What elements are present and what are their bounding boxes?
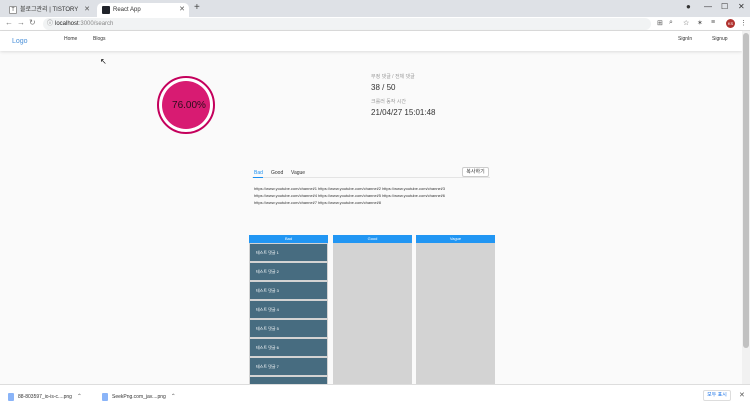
comment-card[interactable]: 테스트 댓글 2	[250, 263, 327, 280]
menu-icon[interactable]: ⋮	[740, 19, 747, 27]
translate-icon[interactable]: ⊞	[657, 19, 663, 27]
result-tabs: Bad Good Vague	[252, 167, 490, 178]
bookmark-star-icon[interactable]: ☆	[683, 19, 689, 27]
comment-card-partial[interactable]	[250, 377, 327, 384]
extension-icon[interactable]: ✶	[697, 19, 703, 27]
vague-column-body[interactable]	[416, 243, 495, 384]
tab-good[interactable]: Good	[271, 170, 283, 176]
chevron-up-icon[interactable]: ⌃	[171, 391, 176, 403]
profile-avatar[interactable]: KS	[726, 19, 735, 28]
gauge-percent: 76.00%	[172, 100, 206, 111]
back-icon[interactable]: ←	[5, 18, 13, 27]
record-icon[interactable]: ●	[686, 2, 691, 11]
browser-tab-react-app[interactable]: React App ✕	[97, 3, 189, 17]
browser-toolbar: ← → ↻ ⓘ localhost:3000/search ⊞ ⌕ ☆ ✶ ≡ …	[0, 17, 750, 31]
chevron-up-icon[interactable]: ⌃	[77, 391, 82, 403]
page-content: Logo Home Blogs SignIn Signup 76.00% 부정 …	[0, 31, 742, 384]
tab-title: 블로그관리 | TISTORY	[20, 7, 79, 13]
crawl-time-label: 크롤러 동작 시간	[371, 99, 406, 105]
reload-icon[interactable]: ↻	[29, 18, 36, 27]
nav-blogs-link[interactable]: Blogs	[93, 36, 106, 42]
forward-icon[interactable]: →	[17, 18, 25, 27]
comment-card[interactable]: 테스트 댓글 3	[250, 282, 327, 299]
negative-ratio-gauge: 76.00%	[157, 76, 215, 134]
ratio-value: 38 / 50	[371, 83, 396, 92]
ratio-label: 부정 댓글 / 전체 댓글	[371, 74, 415, 80]
crawl-time-value: 21/04/27 15:01:48	[371, 108, 436, 117]
url-path: :3000/search	[78, 21, 114, 27]
tab-vague[interactable]: Vague	[291, 170, 305, 176]
bad-column: Bad 테스트 댓글 1 테스트 댓글 2 테스트 댓글 3 테스트 댓글 4 …	[249, 235, 328, 384]
show-all-downloads-button[interactable]: 모두 표시	[703, 390, 731, 401]
signup-link[interactable]: Signup	[712, 36, 728, 42]
url-host: localhost	[55, 21, 79, 27]
media-icon[interactable]: ≡	[711, 19, 715, 26]
copy-button[interactable]: 복사하기	[462, 167, 489, 177]
comment-card[interactable]: 테스트 댓글 1	[250, 244, 327, 261]
download-item[interactable]: SeekPng.com_jav....png ⌃	[102, 391, 176, 403]
scrollbar-thumb[interactable]	[743, 33, 749, 348]
close-tab-icon[interactable]: ✕	[179, 3, 185, 17]
column-header-vague: Vague	[416, 235, 495, 243]
comment-card[interactable]: 테스트 댓글 7	[250, 358, 327, 375]
download-filename: SeekPng.com_jav....png	[112, 394, 166, 400]
minimize-icon[interactable]: —	[704, 2, 712, 11]
new-tab-icon[interactable]: +	[194, 2, 200, 13]
tab-bad[interactable]: Bad	[254, 170, 263, 176]
window-close-icon[interactable]: ✕	[738, 2, 745, 11]
channel-url-list: https://www.youtube.com/channel/1 https:…	[254, 185, 494, 206]
file-icon	[102, 393, 108, 401]
close-tab-icon[interactable]: ✕	[84, 3, 90, 17]
comment-card[interactable]: 테스트 댓글 6	[250, 339, 327, 356]
comment-card[interactable]: 테스트 댓글 5	[250, 320, 327, 337]
good-column: Good	[333, 235, 412, 384]
react-favicon-icon	[102, 6, 110, 14]
url-line[interactable]: https://www.youtube.com/channel/7 https:…	[254, 199, 494, 206]
browser-tab-strip: T 블로그관리 | TISTORY ✕ React App ✕ + ● — ☐ …	[0, 0, 750, 17]
url-line[interactable]: https://www.youtube.com/channel/1 https:…	[254, 185, 494, 192]
downloads-bar: 88-803597_io-is-c....png ⌃ SeekPng.com_j…	[0, 384, 750, 407]
download-item[interactable]: 88-803597_io-is-c....png ⌃	[8, 391, 82, 403]
comment-card[interactable]: 테스트 댓글 4	[250, 301, 327, 318]
bad-column-body[interactable]: 테스트 댓글 1 테스트 댓글 2 테스트 댓글 3 테스트 댓글 4 테스트 …	[249, 243, 328, 384]
vague-column: Vague	[416, 235, 495, 384]
good-column-body[interactable]	[333, 243, 412, 384]
gauge-fill: 76.00%	[162, 81, 210, 129]
browser-tab-tistory[interactable]: T 블로그관리 | TISTORY ✕	[4, 3, 94, 17]
address-bar[interactable]: ⓘ localhost:3000/search	[43, 18, 651, 30]
signin-link[interactable]: SignIn	[678, 36, 692, 42]
column-header-bad: Bad	[249, 235, 328, 243]
logo[interactable]: Logo	[12, 38, 28, 45]
file-icon	[8, 393, 14, 401]
info-icon[interactable]: ⓘ	[47, 18, 53, 30]
close-downloads-icon[interactable]: ✕	[739, 391, 745, 399]
download-filename: 88-803597_io-is-c....png	[18, 394, 72, 400]
app-navbar: Logo Home Blogs SignIn Signup	[0, 31, 742, 51]
tab-title: React App	[113, 7, 141, 13]
nav-home-link[interactable]: Home	[64, 36, 77, 42]
mouse-cursor-icon: ↖	[100, 57, 107, 66]
active-tab-indicator	[253, 177, 263, 178]
maximize-icon[interactable]: ☐	[721, 2, 728, 11]
column-header-good: Good	[333, 235, 412, 243]
zoom-icon[interactable]: ⌕	[669, 19, 673, 27]
url-line[interactable]: https://www.youtube.com/channel/4 https:…	[254, 192, 494, 199]
tistory-favicon-icon: T	[9, 6, 17, 14]
